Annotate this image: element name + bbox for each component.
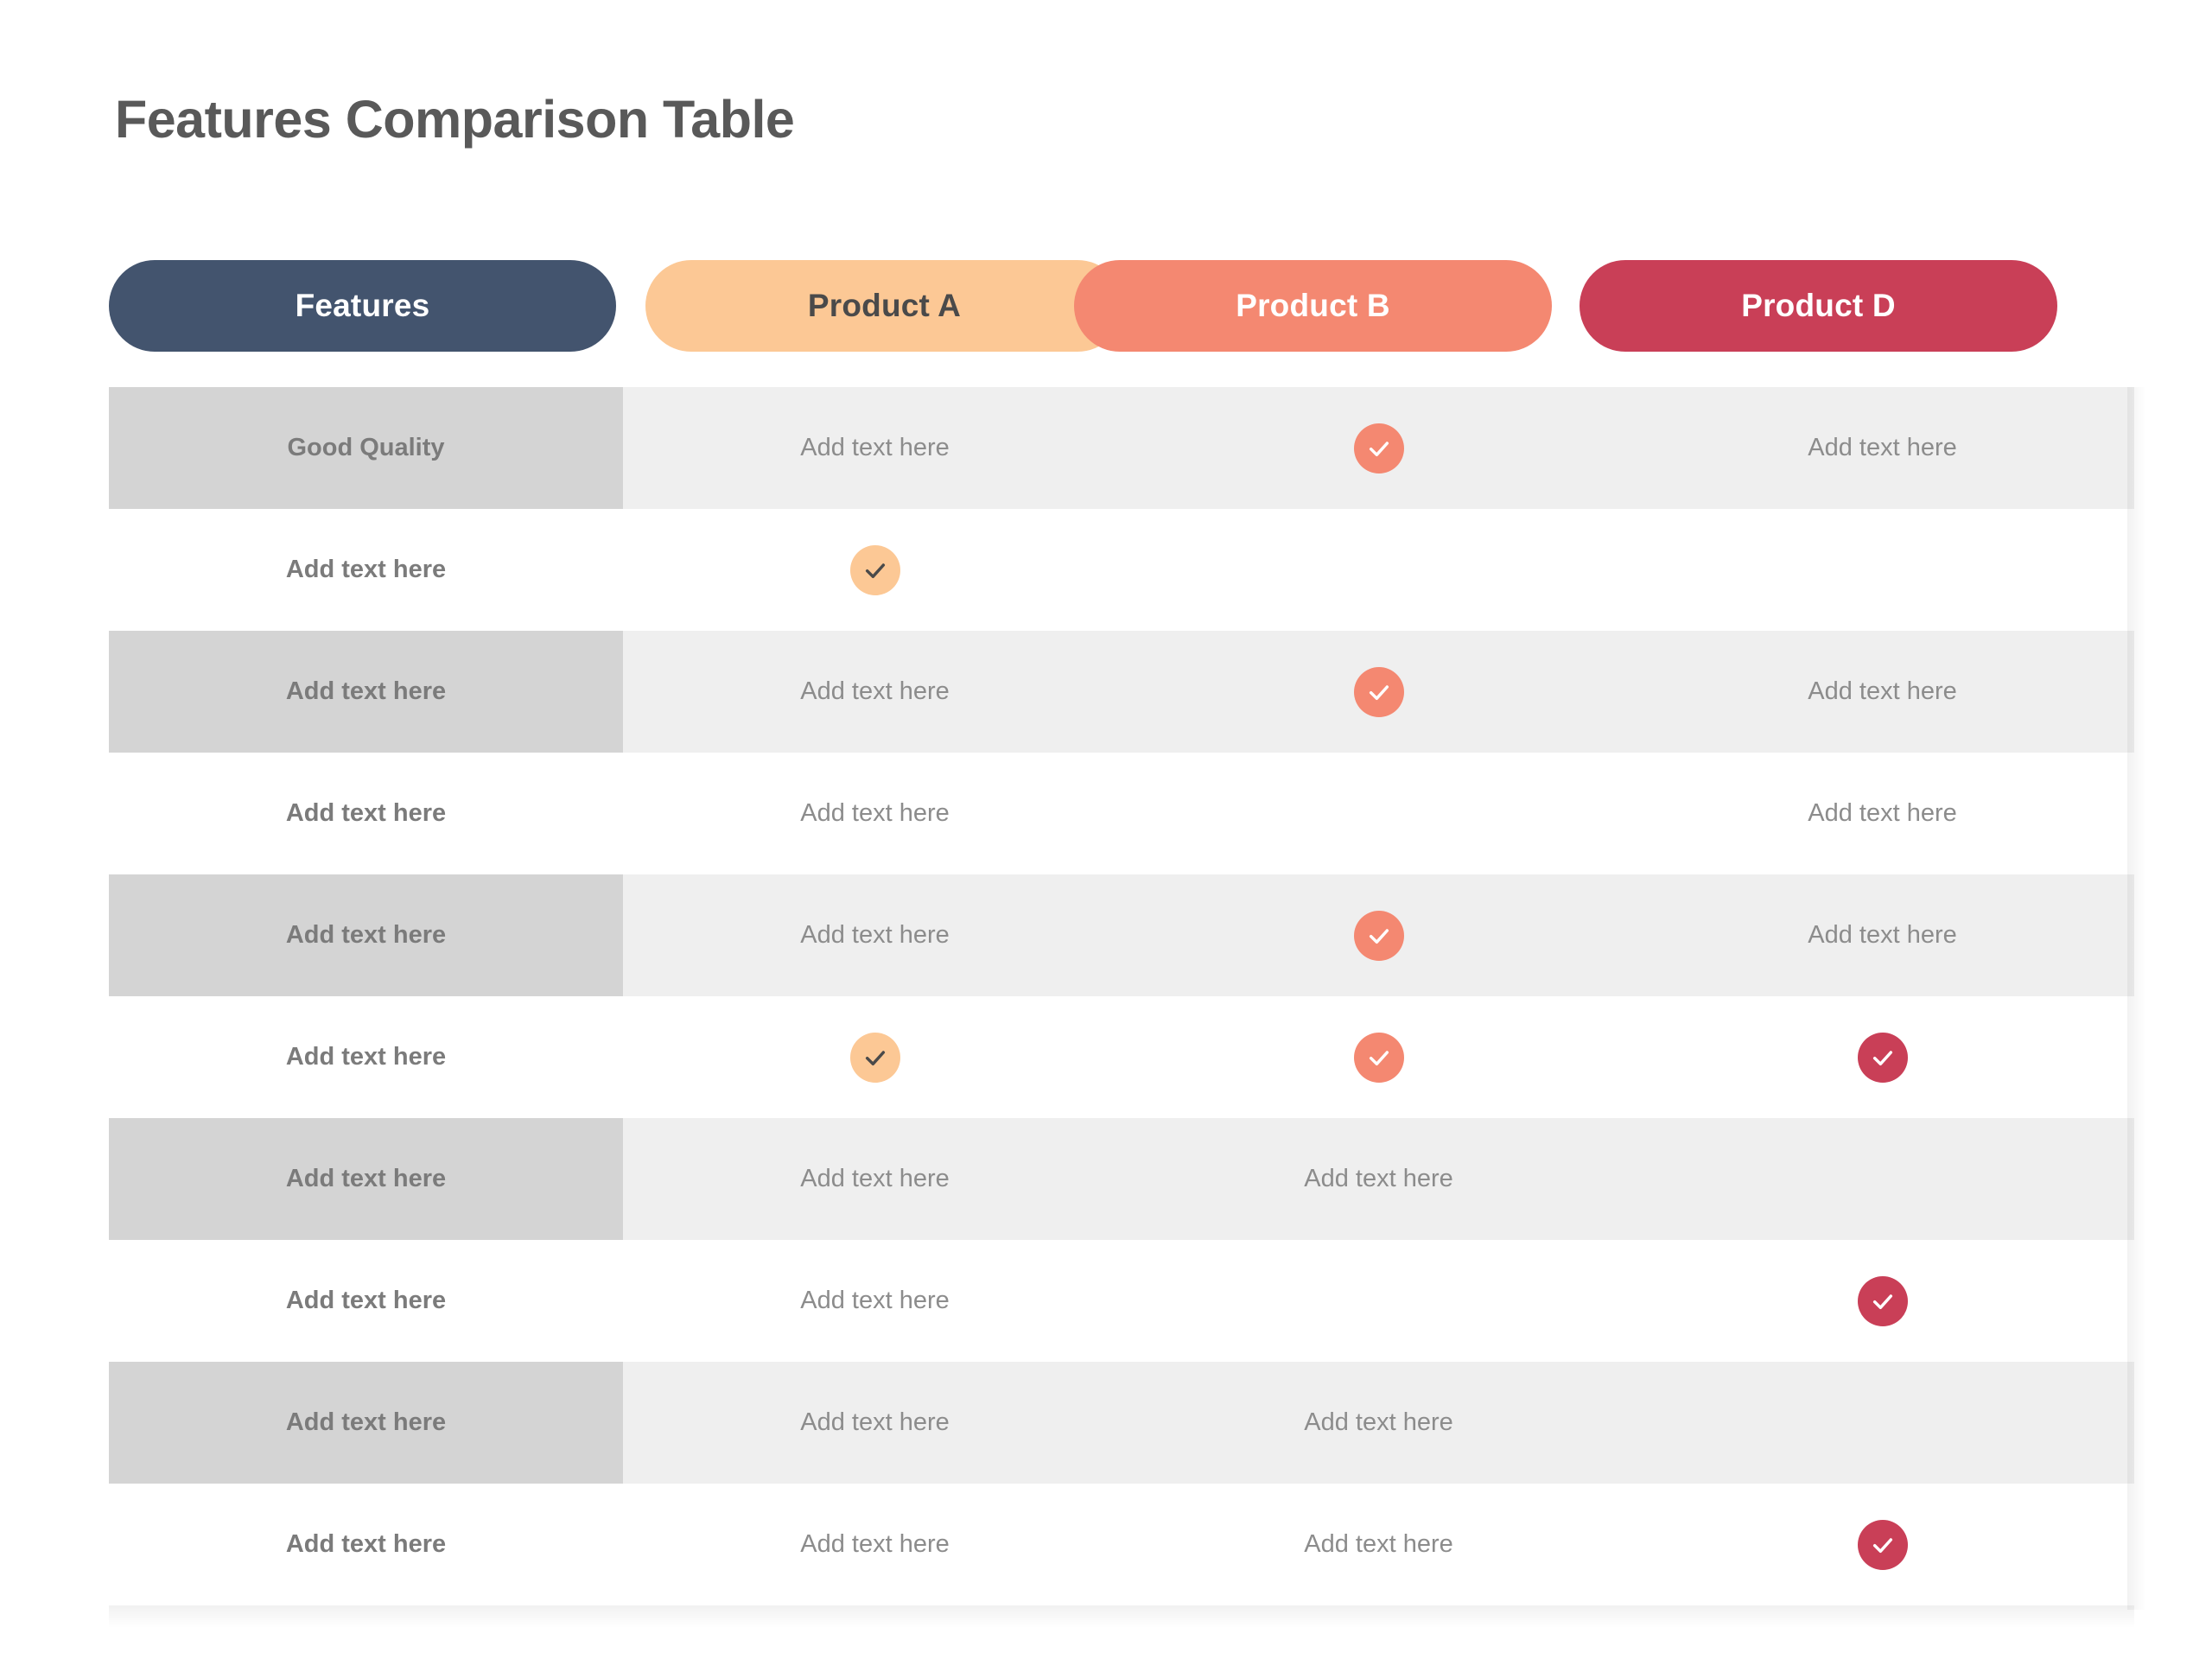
table-row: Add text here Add text here Add text here [109, 874, 2134, 996]
column-header-label: Product B [1236, 288, 1390, 323]
feature-cell[interactable]: Add text here [109, 509, 623, 631]
cell-product-b[interactable] [1127, 631, 1630, 753]
table-row: Add text here Add text here [109, 1240, 2134, 1362]
check-mark-icon[interactable] [849, 544, 900, 595]
cell-product-a[interactable]: Add text here [623, 387, 1127, 509]
column-header-product-d[interactable]: Product D [1580, 260, 2057, 352]
table-row: Add text here [109, 509, 2134, 631]
cell-product-d[interactable] [1630, 1484, 2134, 1605]
cell-text: Add text here [1808, 799, 1957, 827]
feature-label: Add text here [285, 677, 447, 705]
check-mark-icon[interactable] [1353, 910, 1404, 961]
table-row: Add text here Add text here Add text here [109, 1118, 2134, 1240]
cell-product-d[interactable] [1630, 996, 2134, 1118]
column-header-label: Features [295, 288, 430, 323]
feature-label: Add text here [285, 1408, 447, 1436]
cell-product-d[interactable]: Add text here [1630, 874, 2134, 996]
cell-product-b[interactable] [1127, 387, 1630, 509]
check-mark-icon[interactable] [1857, 1032, 1908, 1083]
table-row: Add text here Add text here Add text here [109, 631, 2134, 753]
check-mark-icon[interactable] [849, 1032, 900, 1083]
feature-label: Add text here [285, 1165, 447, 1192]
cell-product-a[interactable] [623, 996, 1127, 1118]
check-mark-icon[interactable] [1857, 1519, 1908, 1570]
check-mark-icon[interactable] [1353, 666, 1404, 717]
cell-text: Add text here [800, 677, 950, 705]
cell-text: Add text here [1304, 1530, 1453, 1558]
cell-product-b[interactable]: Add text here [1127, 1118, 1630, 1240]
cell-product-b[interactable] [1127, 996, 1630, 1118]
column-header-label: Product D [1741, 288, 1896, 323]
feature-cell[interactable]: Add text here [109, 753, 623, 874]
column-header-label: Product A [807, 288, 962, 323]
cell-product-d-empty[interactable] [1630, 509, 2134, 631]
cell-text: Add text here [800, 799, 950, 827]
cell-text: Add text here [800, 1408, 950, 1436]
column-header-product-a[interactable]: Product A [645, 260, 1123, 352]
cell-text: Add text here [800, 1287, 950, 1314]
table-row: Add text here Add text here Add text here [109, 1484, 2134, 1605]
check-mark-icon[interactable] [1353, 423, 1404, 474]
table-row: Add text here Add text here Add text here [109, 753, 2134, 874]
cell-product-d[interactable] [1630, 1240, 2134, 1362]
comparison-table-slide: Features Comparison Table Features Produc… [0, 0, 2212, 1659]
feature-label: Add text here [285, 1287, 447, 1314]
feature-cell[interactable]: Add text here [109, 996, 623, 1118]
cell-product-d[interactable]: Add text here [1630, 753, 2134, 874]
cell-text: Add text here [1808, 677, 1957, 705]
feature-cell[interactable]: Add text here [109, 1484, 623, 1605]
table-bottom-shadow [109, 1605, 2134, 1628]
cell-product-b[interactable]: Add text here [1127, 1484, 1630, 1605]
cell-product-b[interactable] [1127, 874, 1630, 996]
column-header-product-b[interactable]: Product B [1074, 260, 1552, 352]
cell-product-b-empty[interactable] [1127, 509, 1630, 631]
feature-label: Good Quality [287, 434, 445, 461]
cell-product-a[interactable]: Add text here [623, 1118, 1127, 1240]
cell-product-b[interactable]: Add text here [1127, 1362, 1630, 1484]
feature-label: Add text here [285, 556, 447, 583]
cell-product-a[interactable]: Add text here [623, 1240, 1127, 1362]
table-row: Good Quality Add text here Add text here [109, 387, 2134, 509]
cell-text: Add text here [1808, 921, 1957, 949]
cell-product-a[interactable] [623, 509, 1127, 631]
feature-label: Add text here [285, 1530, 447, 1558]
feature-cell[interactable]: Add text here [109, 631, 623, 753]
cell-text: Add text here [800, 434, 950, 461]
cell-text: Add text here [800, 1530, 950, 1558]
feature-label: Add text here [285, 1043, 447, 1071]
feature-label: Add text here [285, 921, 447, 949]
cell-product-d-empty[interactable] [1630, 1118, 2134, 1240]
cell-text: Add text here [1808, 434, 1957, 461]
check-mark-icon[interactable] [1353, 1032, 1404, 1083]
cell-text: Add text here [800, 921, 950, 949]
cell-text: Add text here [1304, 1408, 1453, 1436]
cell-product-a[interactable]: Add text here [623, 753, 1127, 874]
page-title: Features Comparison Table [115, 90, 795, 149]
cell-text: Add text here [800, 1165, 950, 1192]
cell-product-d[interactable]: Add text here [1630, 631, 2134, 753]
comparison-table-body: Good Quality Add text here Add text here Ad… [109, 387, 2134, 1605]
check-mark-icon[interactable] [1857, 1275, 1908, 1326]
cell-product-a[interactable]: Add text here [623, 1362, 1127, 1484]
cell-product-a[interactable]: Add text here [623, 1484, 1127, 1605]
feature-cell[interactable]: Add text here [109, 1362, 623, 1484]
cell-product-d-empty[interactable] [1630, 1362, 2134, 1484]
feature-cell[interactable]: Add text here [109, 874, 623, 996]
cell-product-a[interactable]: Add text here [623, 631, 1127, 753]
feature-cell[interactable]: Add text here [109, 1118, 623, 1240]
column-header-features[interactable]: Features [109, 260, 616, 352]
cell-product-b-empty[interactable] [1127, 1240, 1630, 1362]
cell-text: Add text here [1304, 1165, 1453, 1192]
table-row: Add text here Add text here Add text here [109, 1362, 2134, 1484]
cell-product-d[interactable]: Add text here [1630, 387, 2134, 509]
cell-product-a[interactable]: Add text here [623, 874, 1127, 996]
table-row: Add text here [109, 996, 2134, 1118]
cell-product-b-empty[interactable] [1127, 753, 1630, 874]
feature-cell[interactable]: Good Quality [109, 387, 623, 509]
feature-label: Add text here [285, 799, 447, 827]
feature-cell[interactable]: Add text here [109, 1240, 623, 1362]
table-header-row: Features Product A Product B Product D [109, 260, 2134, 352]
